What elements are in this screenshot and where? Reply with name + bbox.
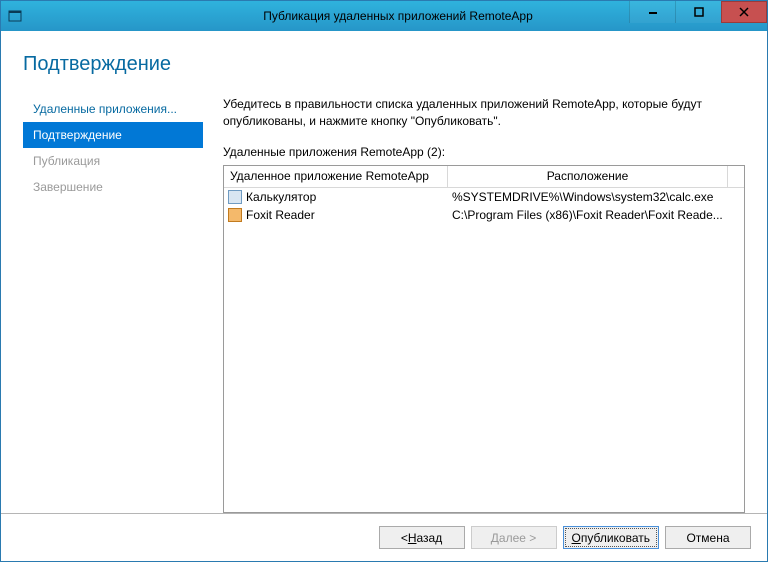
minimize-button[interactable] xyxy=(629,1,675,23)
wizard-content: Подтверждение Удаленные приложения... По… xyxy=(1,31,767,561)
step-completion: Завершение xyxy=(23,174,203,200)
wizard-body: Удаленные приложения... Подтверждение Пу… xyxy=(23,96,745,513)
back-button[interactable]: < Назад xyxy=(379,526,465,549)
window-controls xyxy=(629,1,767,23)
column-spacer xyxy=(728,166,744,187)
close-button[interactable] xyxy=(721,1,767,23)
list-label: Удаленные приложения RemoteApp (2): xyxy=(223,145,745,159)
publish-button[interactable]: Опубликовать xyxy=(563,526,659,549)
titlebar[interactable]: Публикация удаленных приложений RemoteAp… xyxy=(1,1,767,31)
instruction-text: Убедитесь в правильности списка удаленны… xyxy=(223,96,745,131)
step-confirmation[interactable]: Подтверждение xyxy=(23,122,203,148)
step-publishing: Публикация xyxy=(23,148,203,174)
column-location[interactable]: Расположение xyxy=(448,166,728,187)
next-button: Далее > xyxy=(471,526,557,549)
maximize-button[interactable] xyxy=(675,1,721,23)
table-row[interactable]: Foxit Reader C:\Program Files (x86)\Foxi… xyxy=(224,206,744,224)
column-app[interactable]: Удаленное приложение RemoteApp xyxy=(224,166,448,187)
table-body: Калькулятор %SYSTEMDRIVE%\Windows\system… xyxy=(224,188,744,512)
app-name: Foxit Reader xyxy=(246,208,315,222)
app-path: C:\Program Files (x86)\Foxit Reader\Foxi… xyxy=(448,208,744,222)
table-row[interactable]: Калькулятор %SYSTEMDRIVE%\Windows\system… xyxy=(224,188,744,206)
table-header: Удаленное приложение RemoteApp Расположе… xyxy=(224,166,744,188)
system-menu-icon[interactable] xyxy=(1,9,29,23)
step-remote-apps[interactable]: Удаленные приложения... xyxy=(23,96,203,122)
calculator-icon xyxy=(228,190,242,204)
steps-sidebar: Удаленные приложения... Подтверждение Пу… xyxy=(23,96,203,513)
wizard-window: Публикация удаленных приложений RemoteAp… xyxy=(0,0,768,562)
app-name: Калькулятор xyxy=(246,190,316,204)
foxit-icon xyxy=(228,208,242,222)
cancel-button[interactable]: Отмена xyxy=(665,526,751,549)
apps-table: Удаленное приложение RemoteApp Расположе… xyxy=(223,165,745,513)
main-panel: Убедитесь в правильности списка удаленны… xyxy=(203,96,745,513)
app-path: %SYSTEMDRIVE%\Windows\system32\calc.exe xyxy=(448,190,744,204)
page-heading: Подтверждение xyxy=(23,53,745,76)
wizard-footer: < Назад Далее > Опубликовать Отмена xyxy=(1,513,767,561)
